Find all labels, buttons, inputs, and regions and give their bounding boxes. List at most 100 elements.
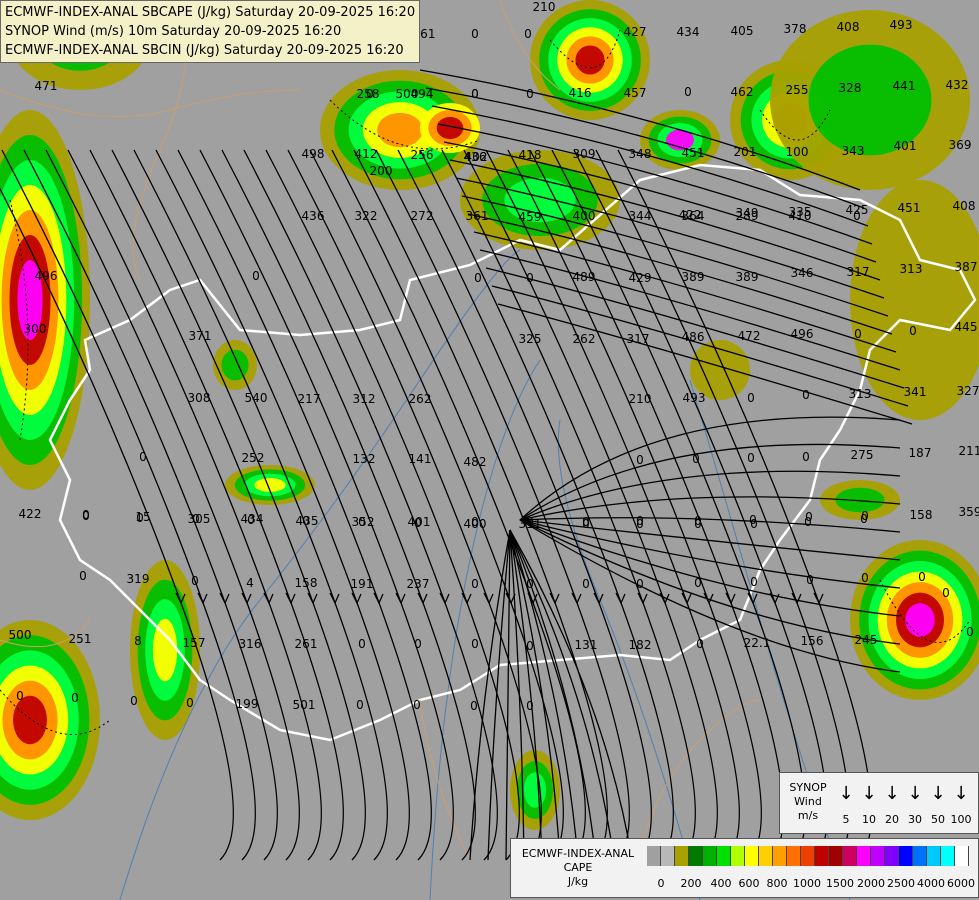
- cape-tick-label: 6000: [947, 877, 975, 890]
- cape-value-label: 416: [569, 86, 592, 100]
- wind-streamline: [111, 149, 366, 861]
- cape-value-label: 0: [358, 637, 366, 651]
- cape-value-label: 0: [526, 271, 534, 285]
- cape-color-swatch: [885, 846, 899, 866]
- cape-tick-label: 600: [738, 877, 760, 890]
- cape-value-label: 0: [942, 586, 950, 600]
- cape-value-label: 405: [731, 24, 754, 38]
- cape-value-label: 0: [192, 512, 200, 526]
- synop-speed-label: 100: [950, 813, 972, 826]
- cape-value-label: 262: [409, 392, 432, 406]
- cape-value-label: 359: [959, 505, 979, 519]
- cape-area: [13, 695, 47, 745]
- wind-arrowhead: [351, 592, 362, 605]
- synop-wind-legend: SYNOP Wind m/s ↓ ↓ ↓ ↓ ↓ ↓ 5 10 20 30 50…: [779, 772, 979, 834]
- cape-tick-label: 1500: [826, 877, 854, 890]
- cape-value-label: 341: [904, 385, 927, 399]
- cape-value-label: 201: [734, 145, 757, 159]
- cape-value-label: 245: [855, 633, 878, 647]
- cape-value-label: 313: [849, 387, 872, 401]
- cape-value-label: 258: [357, 87, 380, 101]
- cape-value-label: 275: [851, 448, 874, 462]
- cape-value-label: 0: [696, 637, 704, 651]
- cape-value-label: 158: [295, 576, 318, 590]
- cape-area: [523, 772, 547, 808]
- cape-value-label: 343: [842, 144, 865, 158]
- cape-color-swatch: [941, 846, 955, 866]
- cape-value-label: 187: [909, 446, 932, 460]
- cape-legend-title-line: CAPE: [563, 861, 593, 874]
- cape-value-label: 182: [629, 638, 652, 652]
- wind-arrowhead: [395, 592, 406, 605]
- cape-value-label: 211: [959, 444, 979, 458]
- cape-value-label: 22.1: [744, 636, 771, 650]
- wind-arrowhead: [329, 592, 340, 605]
- cape-tick-label: 1000: [793, 877, 821, 890]
- cape-value-label: 0: [526, 577, 534, 591]
- wind-arrowhead: [637, 592, 648, 605]
- wind-arrowhead: [219, 592, 230, 605]
- cape-color-swatch: [829, 846, 843, 866]
- wind-arrow-icon: ↓: [838, 783, 854, 804]
- cape-value-label: 0: [414, 516, 422, 530]
- cape-value-label: 387: [955, 260, 978, 274]
- cape-value-label: 0: [694, 576, 702, 590]
- cape-value-label: 200: [370, 164, 393, 178]
- cape-value-label: 451: [898, 201, 921, 215]
- title-line: SYNOP Wind (m/s) 10m Saturday 20-09-2025…: [5, 24, 342, 39]
- synop-legend-title-line: SYNOP: [789, 781, 827, 794]
- cape-value-label: 156: [801, 634, 824, 648]
- cape-color-swatch: [899, 846, 913, 866]
- cape-value-label: 427: [624, 25, 647, 39]
- cape-color-swatch: [689, 846, 703, 866]
- cape-value-label: 496: [791, 327, 814, 341]
- cape-color-legend: ECMWF-INDEX-ANAL CAPE J/kg 0 200 400 600 800…: [510, 838, 979, 898]
- wind-arrowhead: [307, 592, 318, 605]
- wind-streamline: [221, 149, 476, 861]
- cape-value-label: 0: [526, 639, 534, 653]
- cape-value-label: 0: [413, 698, 421, 712]
- cape-area: [221, 349, 249, 381]
- cape-value-label: 300: [24, 322, 47, 336]
- cape-tick-label: 4000: [917, 877, 945, 890]
- wind-arrowhead: [571, 592, 582, 605]
- cape-value-label: 408: [953, 199, 976, 213]
- cape-color-bar: [647, 846, 969, 866]
- cape-value-label: 471: [35, 79, 58, 93]
- wind-arrowhead: [263, 592, 274, 605]
- cape-legend-title: ECMWF-INDEX-ANAL CAPE J/kg: [515, 847, 641, 889]
- cape-value-label: 317: [847, 265, 870, 279]
- cape-value-label: 327: [957, 384, 979, 398]
- cape-value-label: 0: [247, 513, 255, 527]
- cape-value-label: 348: [629, 147, 652, 161]
- cape-value-label: 422: [19, 507, 42, 521]
- cape-value-label: 0: [853, 209, 861, 223]
- cape-color-swatch: [717, 846, 731, 866]
- cape-value-label: 0: [471, 87, 479, 101]
- cape-value-label: 0: [79, 569, 87, 583]
- cape-tick-label: 2000: [857, 877, 885, 890]
- wind-arrowhead: [791, 592, 802, 605]
- cape-value-label: 498: [302, 147, 325, 161]
- cape-value-label: 0: [82, 509, 90, 523]
- wind-arrowhead: [461, 592, 472, 605]
- cape-value-label: 496: [35, 269, 58, 283]
- cape-color-swatch: [661, 846, 675, 866]
- cape-color-swatch: [731, 846, 745, 866]
- cape-value-label: 132: [353, 452, 376, 466]
- synop-legend-title-line: m/s: [797, 809, 819, 822]
- cape-value-label: 289: [736, 209, 759, 223]
- cape-value-label: 319: [127, 572, 150, 586]
- cape-value-label: 0: [526, 699, 534, 713]
- synop-speed-label: 20: [885, 813, 899, 826]
- wind-arrowhead: [483, 592, 494, 605]
- cape-tick-label: 0: [657, 877, 665, 890]
- cape-value-label: 0: [918, 570, 926, 584]
- cape-value-label: 0: [186, 696, 194, 710]
- cape-value-label: 0: [750, 517, 758, 531]
- wind-arrowhead: [593, 592, 604, 605]
- map-canvas: 2102993610042743440537840849347104940041…: [0, 0, 979, 900]
- wind-arrowhead: [373, 592, 384, 605]
- cape-value-label: 344: [629, 209, 652, 223]
- cape-value-label: 316: [239, 637, 262, 651]
